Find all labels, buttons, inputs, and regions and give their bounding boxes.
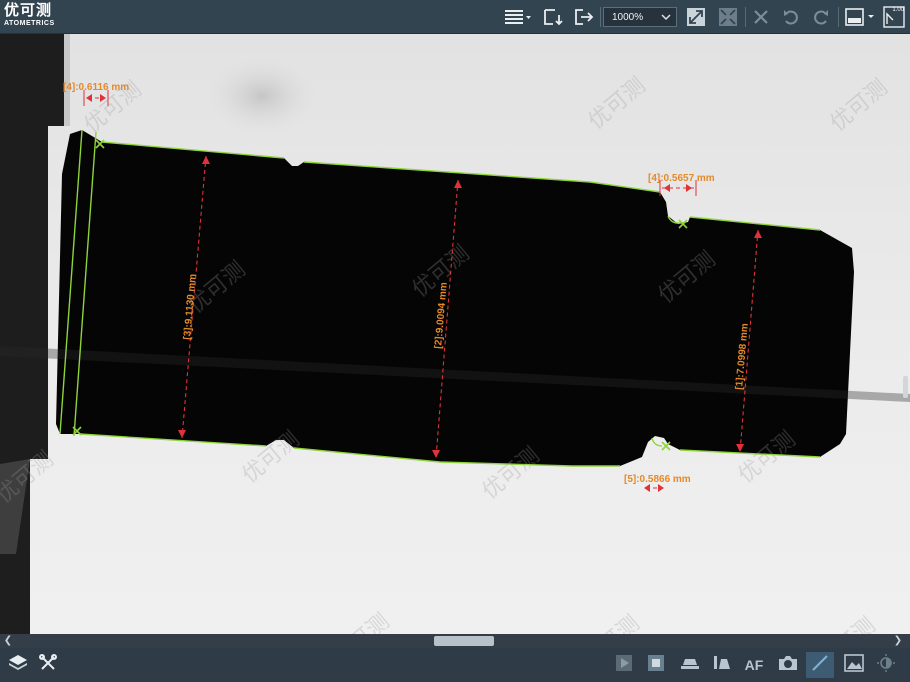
menu-icon (504, 8, 532, 26)
stop-button[interactable] (642, 652, 670, 678)
scale-icon: 1.00 (883, 6, 905, 28)
export-button[interactable] (571, 5, 597, 29)
redo-icon (812, 8, 830, 26)
toolbar-separator (600, 7, 601, 27)
toolbar-separator (838, 7, 839, 27)
camera-icon (777, 653, 799, 678)
brightness-icon (876, 653, 896, 678)
original-size-button[interactable] (716, 5, 740, 29)
ring-light-button[interactable] (708, 652, 736, 678)
scroll-right-icon[interactable]: ❯ (892, 634, 904, 648)
measure-button[interactable] (806, 652, 834, 678)
app-logo: 优可测 ATOMETRICS (4, 3, 55, 27)
bottom-toolbar: AF (0, 648, 910, 682)
measurement-label-5[interactable]: [5]:0.5866 mm (624, 474, 691, 485)
scroll-left-icon[interactable]: ❮ (2, 634, 14, 648)
chevron-down-icon (661, 11, 671, 26)
zoom-value: 1000% (612, 11, 644, 23)
logo-text-en: ATOMETRICS (4, 20, 55, 27)
logo-text-cn: 优可测 (4, 2, 53, 19)
display-mode-button[interactable] (843, 5, 877, 29)
camera-button[interactable] (774, 652, 802, 678)
horizontal-scrollbar[interactable]: ❮ ❯ (0, 634, 910, 648)
scale-badge: 1.00 (892, 7, 904, 13)
original-size-icon (718, 7, 738, 27)
save-image-button[interactable] (540, 5, 566, 29)
autofocus-label: AF (744, 657, 764, 673)
measurement-image: [4]:0.6116 mm [4]:0.5657 mm [3]:9.1130 m… (0, 34, 910, 634)
menu-button[interactable] (502, 5, 534, 29)
toolbar-separator (745, 7, 746, 27)
play-icon (614, 653, 634, 678)
image-button[interactable] (840, 652, 868, 678)
tools-button[interactable] (34, 652, 62, 678)
redo-button[interactable] (810, 5, 832, 29)
measurement-label-4b[interactable]: [4]:0.5657 mm (648, 173, 715, 184)
horizontal-scrollbar-thumb[interactable] (434, 636, 494, 646)
autofocus-button[interactable]: AF (740, 652, 768, 678)
image-icon (843, 653, 865, 678)
image-canvas[interactable]: [4]:0.6116 mm [4]:0.5657 mm [3]:9.1130 m… (0, 34, 910, 634)
play-button[interactable] (610, 652, 638, 678)
export-icon (573, 7, 595, 27)
undo-button[interactable] (780, 5, 802, 29)
tools-icon (38, 653, 58, 678)
delete-icon (753, 9, 769, 25)
layers-button[interactable] (4, 652, 32, 678)
ring-light-icon (711, 653, 733, 678)
save-image-icon (542, 7, 564, 27)
fit-window-button[interactable] (684, 5, 708, 29)
delete-button[interactable] (750, 5, 772, 29)
vertical-scrollbar-thumb[interactable] (903, 376, 908, 398)
measure-icon (810, 653, 830, 678)
brightness-button[interactable] (872, 652, 900, 678)
layers-icon (8, 653, 28, 678)
fit-window-icon (686, 7, 706, 27)
light-button[interactable] (676, 652, 704, 678)
top-toolbar: 优可测 ATOMETRICS 1000% 1.00 (0, 0, 910, 34)
light-icon (679, 653, 701, 678)
scale-button[interactable]: 1.00 (881, 5, 907, 29)
stop-icon (646, 653, 666, 678)
display-mode-icon (844, 7, 876, 27)
zoom-select[interactable]: 1000% (603, 7, 677, 27)
undo-icon (782, 8, 800, 26)
